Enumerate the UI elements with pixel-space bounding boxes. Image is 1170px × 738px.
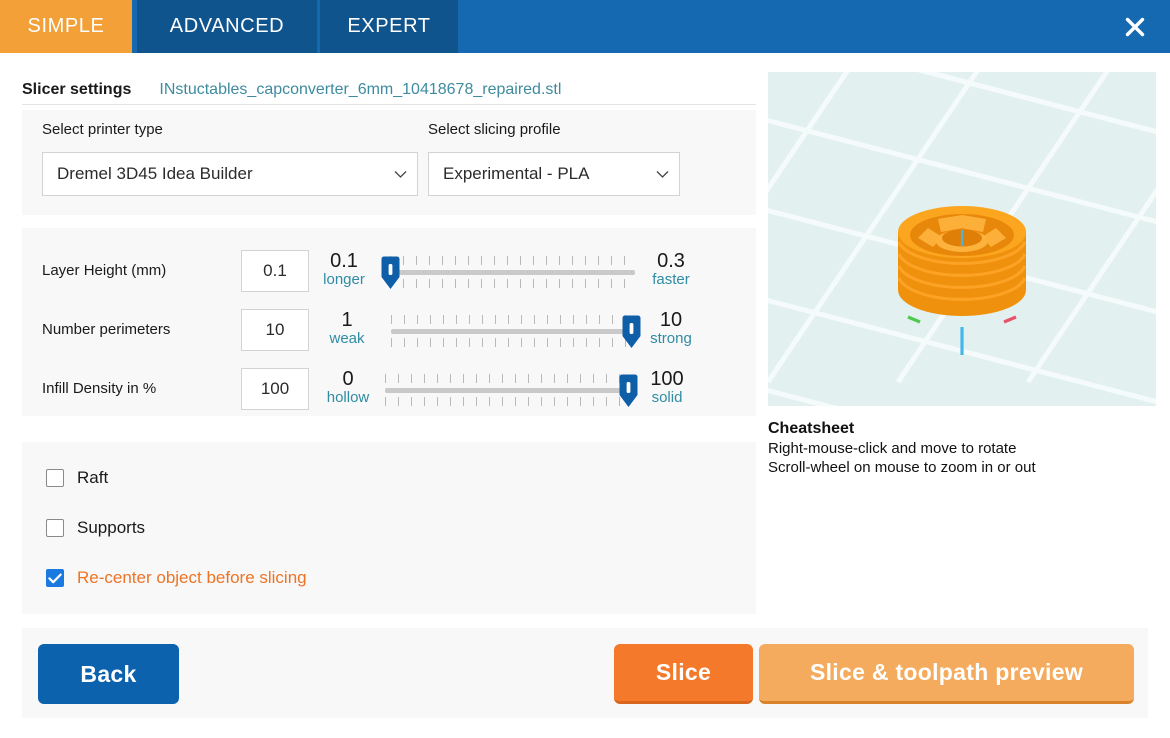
slider-min-word: weak [318, 331, 376, 347]
cheatsheet-line-1: Right-mouse-click and move to rotate [768, 440, 1158, 457]
slider-ticks-bottom [391, 338, 631, 347]
slider-row-infill: Infill Density in % 100 0 hollow 100 sol… [0, 361, 734, 419]
slider-row-perimeters: Number perimeters 10 1 weak 10 strong [0, 302, 734, 360]
close-button[interactable] [1100, 0, 1170, 53]
slider-ticks-top [390, 256, 635, 265]
tab-expert-label: EXPERT [347, 15, 430, 38]
slider-min-caption: 0.1 longer [315, 251, 373, 288]
printer-type-label: Select printer type [42, 121, 163, 138]
slider-max-word: strong [638, 331, 704, 347]
slider-label: Layer Height (mm) [42, 262, 166, 279]
slider-max-caption: 10 strong [638, 310, 704, 347]
slider-min-caption: 1 weak [318, 310, 376, 347]
slice-button[interactable]: Slice [614, 644, 753, 704]
option-raft[interactable]: Raft [46, 467, 108, 489]
settings-header: Slicer settings INstuctables_capconverte… [22, 78, 561, 102]
back-button[interactable]: Back [38, 644, 179, 704]
close-icon [1123, 15, 1147, 39]
header-divider [22, 104, 756, 105]
slider-max-caption: 0.3 faster [641, 251, 701, 288]
slider-rail [390, 270, 635, 275]
cheatsheet-line-2: Scroll-wheel on mouse to zoom in or out [768, 459, 1158, 476]
model-3d-viewport[interactable] [768, 72, 1156, 406]
slicing-profile-select[interactable]: Experimental - PLA [428, 152, 680, 196]
slider-min-word: longer [315, 272, 373, 288]
slider-label: Infill Density in % [42, 380, 156, 397]
slider-ticks-bottom [390, 279, 635, 288]
slider-max-word: solid [635, 390, 699, 406]
option-label: Re-center object before slicing [77, 568, 307, 588]
slider-max-value: 10 [638, 310, 704, 331]
slider-max-word: faster [641, 272, 701, 288]
slider-ticks-top [385, 374, 628, 383]
infill-density-slider[interactable] [385, 361, 628, 419]
slice-toolpath-preview-button[interactable]: Slice & toolpath preview [759, 644, 1134, 704]
infill-density-input[interactable]: 100 [241, 368, 309, 410]
cheatsheet-title: Cheatsheet [768, 420, 1158, 438]
slider-max-value: 0.3 [641, 251, 701, 272]
model-filename: INstuctables_capconverter_6mm_10418678_r… [159, 81, 561, 99]
tab-simple[interactable]: SIMPLE [0, 0, 132, 53]
slider-max-caption: 100 solid [635, 369, 699, 406]
cheatsheet: Cheatsheet Right-mouse-click and move to… [768, 420, 1158, 476]
layer-height-input[interactable]: 0.1 [241, 250, 309, 292]
slider-min-word: hollow [316, 390, 380, 406]
slider-max-value: 100 [635, 369, 699, 390]
slider-min-caption: 0 hollow [316, 369, 380, 406]
tab-bar: SIMPLE ADVANCED EXPERT [0, 0, 1170, 53]
slider-thumb[interactable] [380, 256, 401, 290]
slider-min-value: 1 [318, 310, 376, 331]
slicer-dialog: SIMPLE ADVANCED EXPERT Slicer settings I… [0, 0, 1170, 738]
tab-expert[interactable]: EXPERT [320, 0, 458, 53]
slicing-profile-value: Experimental - PLA [443, 164, 649, 184]
printer-type-select[interactable]: Dremel 3D45 Idea Builder [42, 152, 418, 196]
chevron-down-icon [387, 170, 417, 179]
slider-min-value: 0.1 [315, 251, 373, 272]
slider-rail [385, 388, 628, 393]
perimeters-input[interactable]: 10 [241, 309, 309, 351]
slider-label: Number perimeters [42, 321, 170, 338]
recenter-checkbox[interactable] [46, 569, 64, 587]
slider-ticks-bottom [385, 397, 628, 406]
model-3d-object [768, 72, 1156, 406]
tab-advanced[interactable]: ADVANCED [137, 0, 317, 53]
slider-row-layer-height: Layer Height (mm) 0.1 0.1 longer 0.3 fas… [0, 243, 734, 301]
tab-simple-label: SIMPLE [28, 15, 105, 38]
layer-height-slider[interactable] [390, 243, 635, 301]
slider-thumb[interactable] [618, 374, 639, 408]
chevron-down-icon [649, 170, 679, 179]
slider-thumb[interactable] [621, 315, 642, 349]
slider-min-value: 0 [316, 369, 380, 390]
option-recenter[interactable]: Re-center object before slicing [46, 567, 307, 589]
perimeters-slider[interactable] [391, 302, 631, 360]
supports-checkbox[interactable] [46, 519, 64, 537]
option-label: Raft [77, 468, 108, 488]
slider-rail [391, 329, 631, 334]
option-supports[interactable]: Supports [46, 517, 145, 539]
slider-ticks-top [391, 315, 631, 324]
printer-type-value: Dremel 3D45 Idea Builder [57, 164, 387, 184]
slicing-profile-label: Select slicing profile [428, 121, 561, 138]
page-title: Slicer settings [22, 81, 131, 99]
option-label: Supports [77, 518, 145, 538]
tab-advanced-label: ADVANCED [170, 15, 284, 38]
check-icon [48, 573, 62, 584]
raft-checkbox[interactable] [46, 469, 64, 487]
